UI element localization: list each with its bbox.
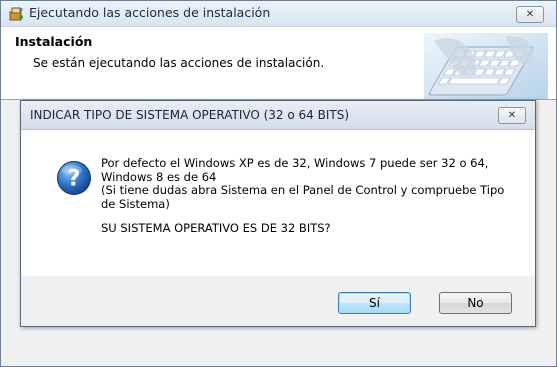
question-icon: ?	[56, 160, 92, 196]
question-glyph: ?	[68, 167, 81, 192]
dialog-title: INDICAR TIPO DE SISTEMA OPERATIVO (32 o …	[30, 108, 350, 122]
close-icon: ✕	[507, 110, 517, 121]
keyboard-image	[424, 33, 548, 99]
installer-package-icon	[8, 6, 24, 22]
dialog-message: Por defecto el Windows XP es de 32, Wind…	[101, 156, 511, 236]
dialog-body: ? Por defecto el Windows XP es de 32, Wi…	[21, 130, 535, 276]
no-button[interactable]: No	[439, 292, 512, 314]
installer-header: Instalación Se están ejecutando las acci…	[1, 27, 556, 100]
installer-titlebar[interactable]: Ejecutando las acciones de instalación ✕	[1, 1, 556, 27]
message-question: SU SISTEMA OPERATIVO ES DE 32 BITS?	[101, 221, 331, 235]
close-icon: ✕	[525, 9, 535, 20]
installer-title: Ejecutando las acciones de instalación	[29, 5, 271, 20]
message-line-1: Por defecto el Windows XP es de 32, Wind…	[101, 156, 489, 184]
dialog-close-button[interactable]: ✕	[498, 107, 526, 124]
installer-header-title: Instalación	[15, 34, 93, 49]
os-type-dialog: INDICAR TIPO DE SISTEMA OPERATIVO (32 o …	[20, 100, 536, 327]
dialog-footer: Sí No	[21, 276, 535, 326]
installer-close-button[interactable]: ✕	[516, 6, 544, 23]
installer-header-subtitle: Se están ejecutando las acciones de inst…	[33, 56, 325, 70]
yes-button[interactable]: Sí	[338, 292, 411, 314]
dialog-titlebar[interactable]: INDICAR TIPO DE SISTEMA OPERATIVO (32 o …	[21, 101, 535, 130]
message-line-2: (Si tiene dudas abra Sistema en el Panel…	[101, 183, 505, 211]
